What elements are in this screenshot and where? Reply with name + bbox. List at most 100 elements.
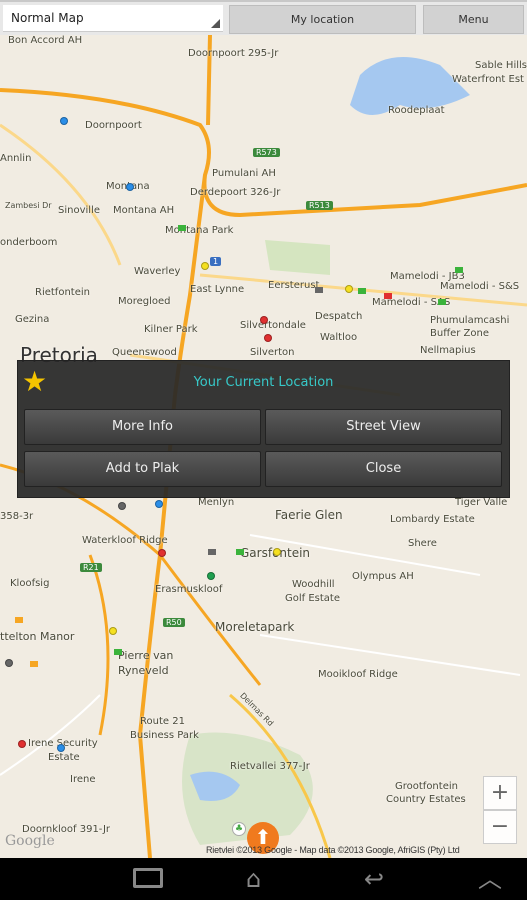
map-label: Business Park — [130, 730, 199, 741]
my-location-button[interactable]: My location — [229, 5, 416, 34]
map-label: Montana AH — [113, 205, 175, 216]
map-label: Doornpoort 295-Jr — [188, 48, 279, 59]
recent-apps-icon[interactable] — [133, 868, 163, 888]
map-label: onderboom — [0, 237, 58, 248]
add-to-plak-button[interactable]: Add to Plak — [24, 451, 261, 487]
map-pin[interactable] — [260, 316, 268, 324]
map-label: Nellmapius — [420, 345, 476, 356]
google-logo: Google — [5, 833, 55, 849]
map-flag[interactable] — [114, 649, 122, 655]
map-label: Grootfontein — [395, 781, 458, 792]
map-pin[interactable] — [207, 572, 215, 580]
map-label: Despatch — [315, 311, 363, 322]
map-pin[interactable] — [126, 183, 134, 191]
back-icon[interactable]: ↩ — [364, 866, 384, 892]
map-label: Mooikloof Ridge — [318, 669, 398, 680]
home-icon[interactable]: ⌂ — [246, 866, 261, 892]
map-label: Ryneveld — [118, 664, 169, 677]
map-label: Lombardy Estate — [390, 514, 475, 525]
map-label: Irene — [70, 774, 96, 785]
up-icon[interactable]: ︿ — [478, 866, 502, 892]
map-label: 358-3r — [0, 511, 34, 522]
map-label: Rietfontein — [35, 287, 90, 298]
map-flag[interactable] — [455, 267, 463, 273]
map-label: Sable Hills — [475, 60, 527, 71]
map-label: Golf Estate — [285, 593, 340, 604]
map-flag[interactable] — [15, 617, 23, 623]
map-pin[interactable] — [345, 285, 353, 293]
road-shield: R573 — [253, 148, 280, 157]
map-label: Silverton — [250, 347, 295, 358]
map-label: Annlin — [0, 153, 32, 164]
map-pin[interactable] — [118, 502, 126, 510]
road-shield: R513 — [306, 201, 333, 210]
map-flag[interactable] — [30, 661, 38, 667]
map-label: Waterkloof Ridge — [82, 535, 168, 546]
map-flag[interactable] — [315, 287, 323, 293]
map-pin[interactable] — [57, 744, 65, 752]
map-label: Faerie Glen — [275, 508, 343, 522]
location-dialog: ★ Your Current Location More Info Street… — [17, 360, 510, 498]
map-pin[interactable] — [109, 627, 117, 635]
map-label: Gezina — [15, 314, 50, 325]
road-shield: 1 — [210, 257, 222, 266]
map-label: Waterfront Est — [452, 74, 524, 85]
map-pin[interactable] — [264, 334, 272, 342]
map-pin[interactable] — [201, 262, 209, 270]
map-label: Tiger Valle — [455, 497, 508, 508]
map-label: Kilner Park — [144, 324, 198, 335]
map-label: Moreletapark — [215, 620, 295, 634]
map-label: Silvertondale — [240, 320, 306, 331]
map-label: Menlyn — [198, 497, 235, 508]
menu-button[interactable]: Menu — [423, 5, 524, 34]
map-flag[interactable] — [208, 549, 216, 555]
park-icon: ♣ — [232, 822, 246, 836]
street-view-button[interactable]: Street View — [265, 409, 502, 445]
map-label: Country Estates — [386, 794, 466, 805]
map-flag[interactable] — [178, 225, 186, 231]
map-label: Buffer Zone — [430, 328, 489, 339]
map-label: Moregloed — [118, 296, 171, 307]
map-label: Rietvallei 377-Jr — [230, 761, 310, 772]
map-type-value: Normal Map — [11, 11, 84, 25]
map-label: East Lynne — [190, 284, 245, 295]
more-info-button[interactable]: More Info — [24, 409, 261, 445]
dropdown-corner-icon — [211, 19, 220, 28]
map-pin[interactable] — [158, 549, 166, 557]
map-pin[interactable] — [60, 117, 68, 125]
map-flag[interactable] — [438, 299, 446, 305]
map-label: Route 21 — [140, 716, 185, 727]
map-pin[interactable] — [18, 740, 26, 748]
map-label: Queenswood — [112, 347, 177, 358]
map-label: Eersterust — [268, 280, 320, 291]
map-label: Waltloo — [320, 332, 358, 343]
map-pin[interactable] — [273, 548, 281, 556]
top-toolbar: Normal Map My location Menu — [0, 0, 527, 35]
zoom-in-button[interactable]: + — [483, 776, 517, 810]
map-flag[interactable] — [236, 549, 244, 555]
map-label: Kloofsig — [10, 578, 50, 589]
map-label: Olympus AH — [352, 571, 414, 582]
map-label: Montana Park — [165, 225, 234, 236]
map-label: Doornpoort — [85, 120, 142, 131]
map-label: Shere — [408, 538, 437, 549]
map-label: Phumulamcashi — [430, 315, 510, 326]
map-label: Derdepoort 326-Jr — [190, 187, 281, 198]
map-flag[interactable] — [384, 293, 392, 299]
map-label: ttelton Manor — [0, 630, 75, 643]
map-copyright: Rietvlei ©2013 Google - Map data ©2013 G… — [206, 845, 460, 855]
map-label: Mamelodi - S&S — [440, 281, 520, 292]
map-label: Estate — [48, 752, 80, 763]
dialog-title: Your Current Location — [193, 375, 334, 390]
map-label: Sinoville — [58, 205, 100, 216]
map-label: Woodhill — [292, 579, 335, 590]
road-shield: R50 — [163, 618, 185, 627]
map-pin[interactable] — [155, 500, 163, 508]
map-label: Pumulani AH — [212, 168, 276, 179]
map-pin[interactable] — [5, 659, 13, 667]
close-button[interactable]: Close — [265, 451, 502, 487]
map-type-select[interactable]: Normal Map — [3, 5, 223, 32]
map-flag[interactable] — [358, 288, 366, 294]
road-shield: R21 — [80, 563, 102, 572]
zoom-out-button[interactable]: − — [483, 810, 517, 844]
